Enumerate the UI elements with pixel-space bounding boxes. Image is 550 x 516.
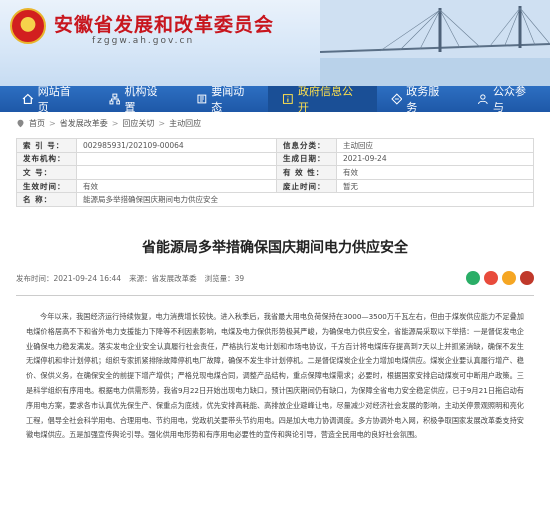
nav-item-label: 网站首页 — [37, 85, 71, 114]
date-label: 生成日期： — [276, 151, 337, 167]
article-source: 来源：省发展改革委 — [129, 274, 197, 284]
nav-item-label: 政府信息公开 — [297, 85, 353, 114]
info-icon — [283, 94, 294, 104]
site-title[interactable]: 安徽省发展和改革委员会 — [54, 10, 274, 37]
breadcrumb-active-response[interactable]: 主动回应 — [169, 118, 201, 129]
wechat-share-icon[interactable] — [466, 270, 480, 285]
nav-item-label: 公众参与 — [493, 85, 527, 114]
service-icon — [390, 93, 402, 105]
nav-item-label: 要闻动态 — [211, 85, 245, 114]
breadcrumb-concerns[interactable]: 回应关切 — [122, 118, 154, 129]
effective-value: 有效 — [76, 178, 277, 194]
weibo-share-icon[interactable] — [484, 270, 498, 285]
issuer-value — [76, 151, 277, 167]
home-icon — [22, 93, 34, 104]
nav-item-home[interactable]: 网站首页 — [8, 85, 95, 114]
nav-item-info-disclosure[interactable]: 政府信息公开 — [268, 85, 377, 114]
index-label: 索 引 号： — [16, 138, 77, 153]
expire-value: 暂无 — [336, 178, 534, 194]
effective-label: 生效时间： — [16, 178, 77, 194]
breadcrumb-separator: > — [111, 118, 119, 128]
index-value: 002985931/202109-00064 — [76, 138, 277, 153]
org-icon — [109, 93, 120, 105]
nav-item-org[interactable]: 机构设置 — [95, 85, 182, 114]
breadcrumb: 首页 > 省发展改革委 > 回应关切 > 主动回应 — [0, 112, 550, 134]
article-body: 今年以来，我国经济运行持续恢复，电力消费增长较快。进入秋季后，我省最大用电负荷保… — [26, 311, 524, 440]
article-meta: 发布时间：2021-09-24 16:44 来源：省发展改革委 浏览量：39 — [16, 270, 534, 287]
name-label: 名 称： — [16, 192, 77, 207]
breadcrumb-home[interactable]: 首页 — [29, 118, 45, 129]
qzone-share-icon[interactable] — [502, 270, 516, 285]
docno-value — [76, 165, 277, 180]
category-label: 信息分类： — [276, 138, 337, 153]
article-title: 省能源局多举措确保国庆期间电力供应安全 — [142, 239, 408, 256]
breadcrumb-separator: > — [49, 118, 56, 128]
divider — [16, 294, 534, 296]
news-icon — [196, 94, 206, 104]
issuer-label: 发布机构： — [16, 151, 77, 167]
main-nav: 网站首页 机构设置 要闻动态 政府信息公开 政务服务 公众参与 — [0, 85, 550, 114]
location-icon — [17, 119, 24, 127]
view-count: 浏览量：39 — [204, 274, 245, 284]
share-bar — [466, 270, 534, 285]
people-icon — [478, 94, 489, 105]
docno-label: 文 号： — [16, 165, 77, 180]
bridge-banner-image — [320, 0, 550, 86]
site-header: 安徽省发展和改革委员会 fzggw.ah.gov.cn — [0, 0, 550, 86]
breadcrumb-separator: > — [158, 118, 166, 128]
validity-label: 有 效 性： — [276, 165, 337, 180]
national-emblem-icon — [10, 8, 46, 44]
favorite-share-icon[interactable] — [520, 270, 534, 285]
nav-item-public[interactable]: 公众参与 — [463, 85, 550, 114]
expire-label: 废止时间： — [276, 178, 337, 194]
breadcrumb-ndrc[interactable]: 省发展改革委 — [60, 118, 108, 129]
name-value: 能源局多举措确保国庆期间电力供应安全 — [76, 192, 534, 207]
site-url: fzggw.ah.gov.cn — [92, 36, 195, 46]
nav-item-news[interactable]: 要闻动态 — [182, 85, 269, 114]
category-value: 主动回应 — [336, 138, 534, 153]
validity-value: 有效 — [336, 165, 534, 180]
publish-time: 发布时间：2021-09-24 16:44 — [16, 274, 122, 284]
nav-item-service[interactable]: 政务服务 — [377, 85, 464, 114]
document-meta-table: 索 引 号： 002985931/202109-00064 信息分类： 主动回应… — [16, 138, 534, 207]
nav-item-label: 机构设置 — [124, 85, 158, 114]
date-value: 2021-09-24 — [336, 151, 534, 167]
nav-item-label: 政务服务 — [406, 85, 440, 114]
